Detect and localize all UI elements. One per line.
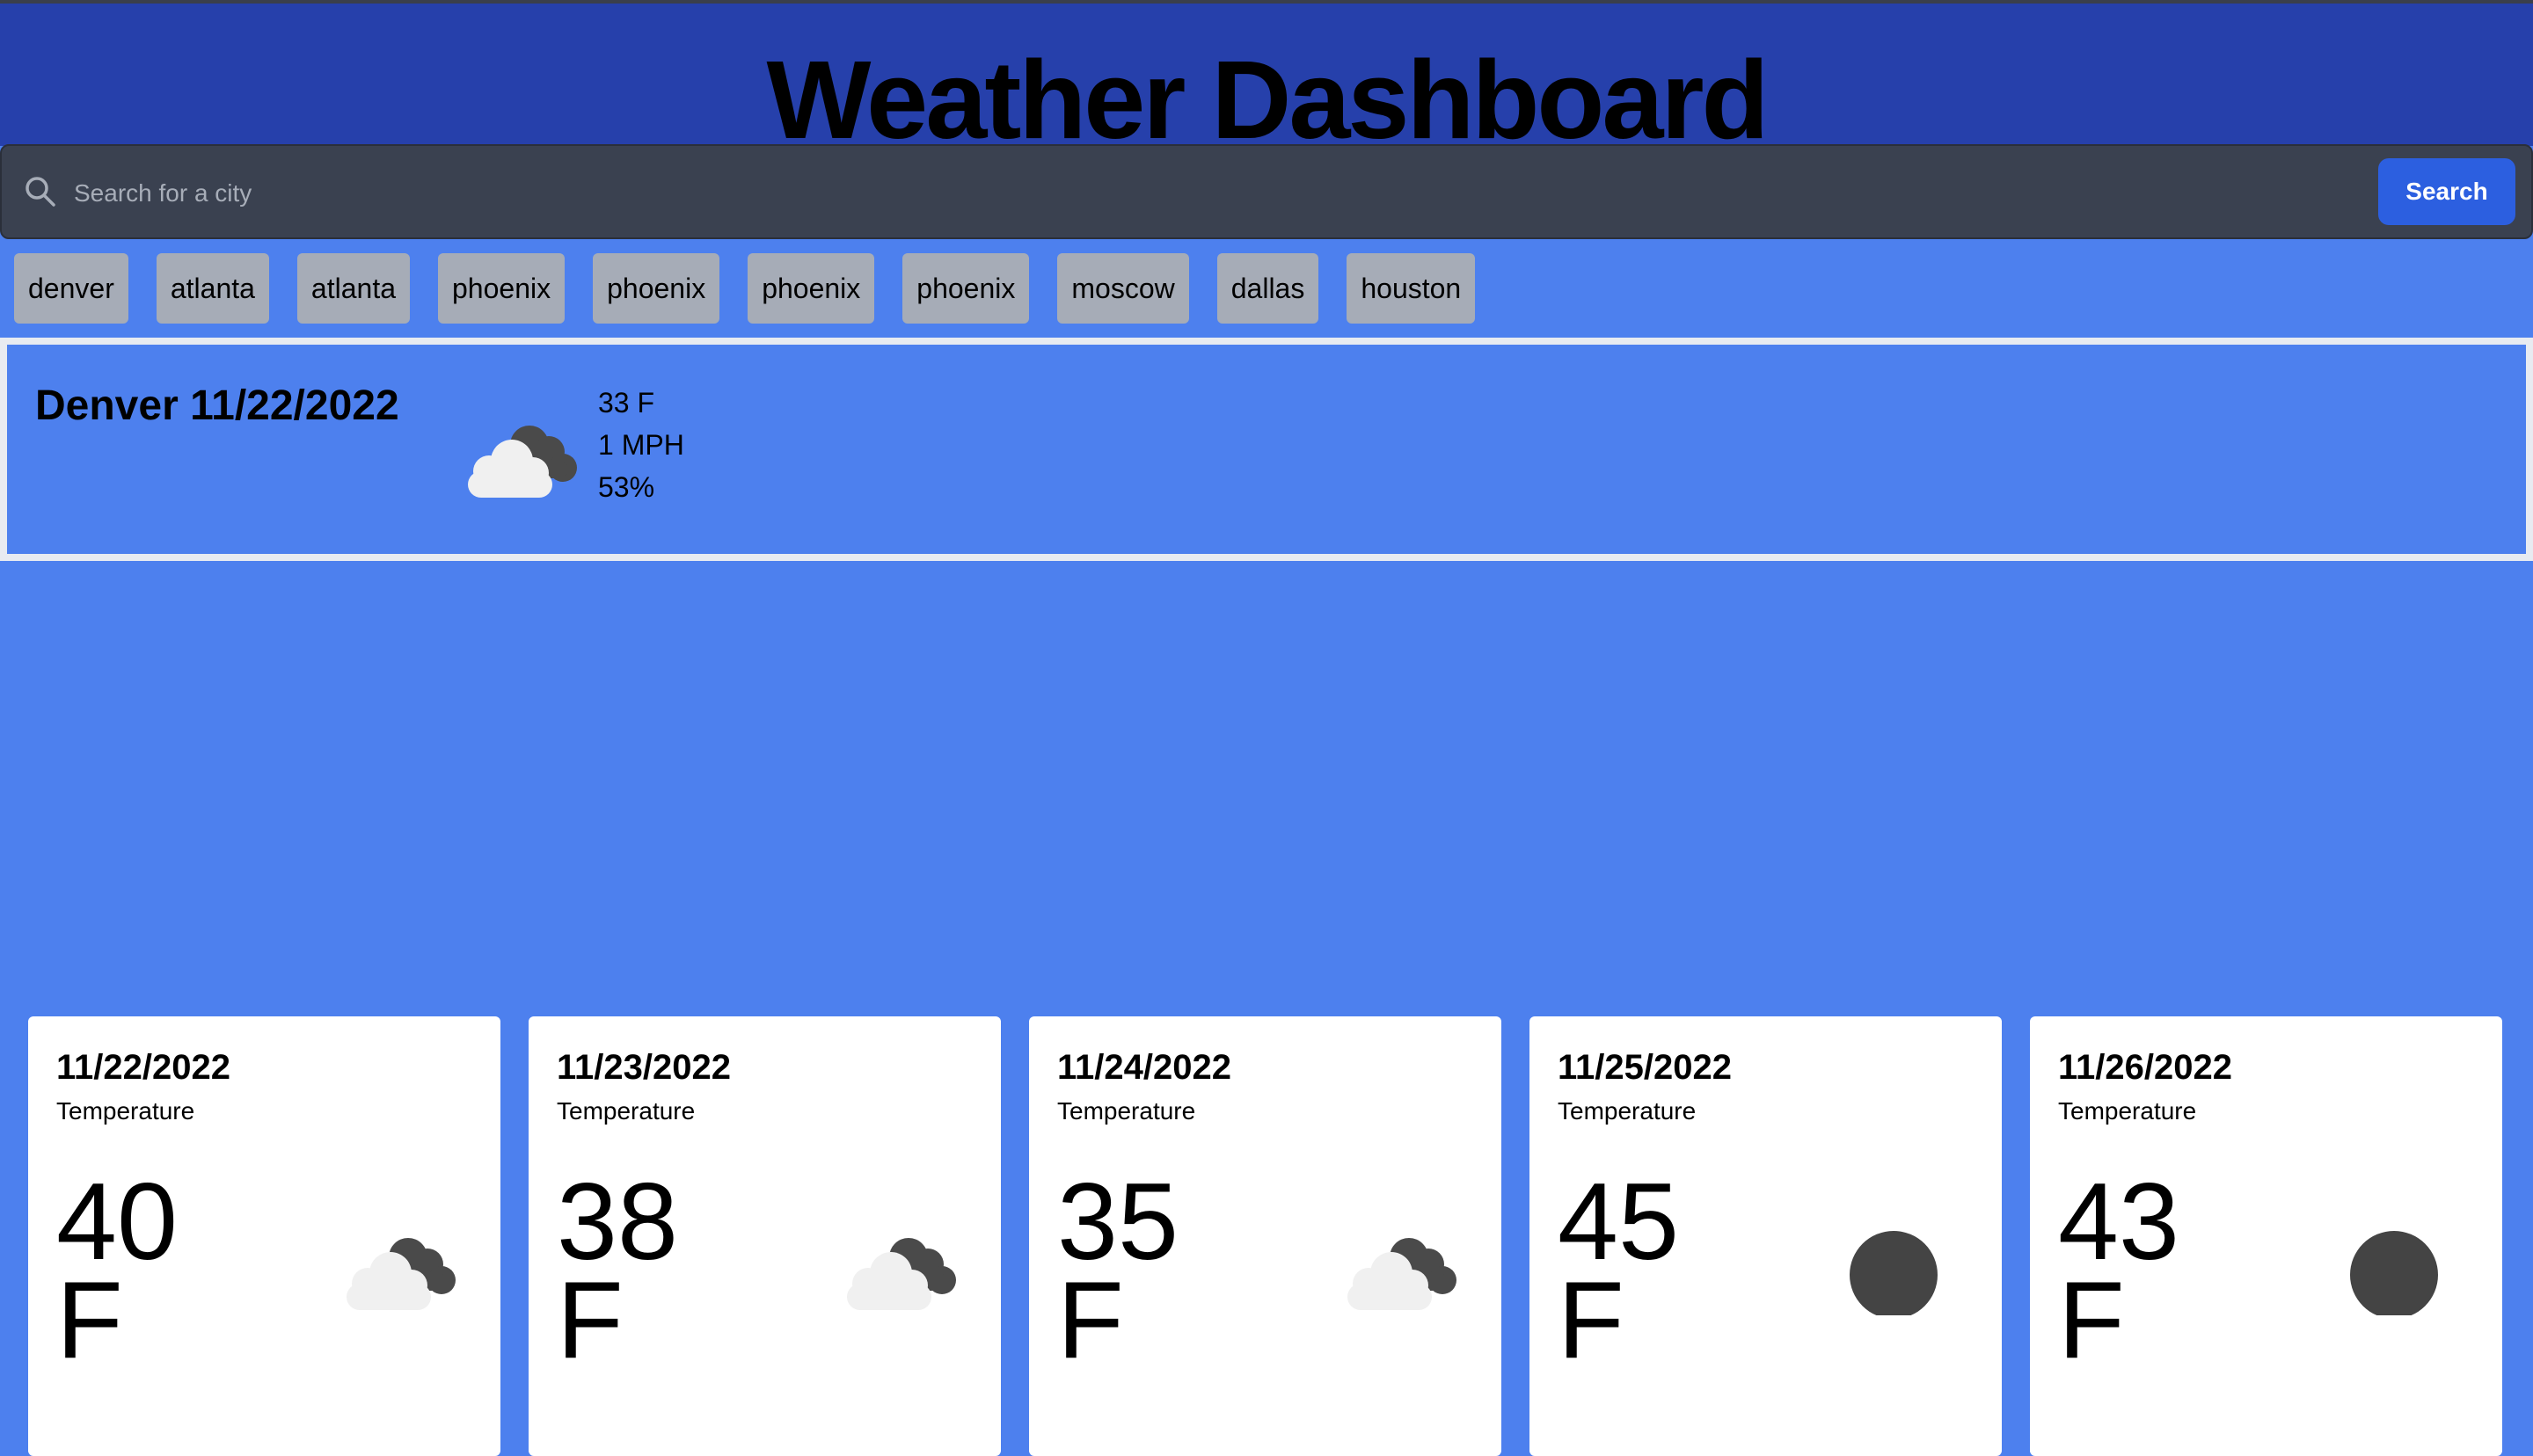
forecast-temp-value: 38 (557, 1161, 678, 1283)
forecast-temp-value: 43 (2058, 1161, 2179, 1283)
history-button-phoenix[interactable]: phoenix (748, 253, 875, 324)
forecast-label: Temperature (56, 1097, 195, 1125)
current-temperature: 33 F (598, 387, 655, 419)
history-button-phoenix[interactable]: phoenix (902, 253, 1030, 324)
forecast-card: 11/26/2022 Temperature 43 F (2030, 1016, 2502, 1456)
forecast-card: 11/22/2022 Temperature 40 F (28, 1016, 500, 1456)
current-wind: 1 MPH (598, 429, 684, 461)
page-title: Weather Dashboard (766, 38, 1770, 146)
forecast-temp-value: 40 (56, 1161, 178, 1283)
history-button-denver[interactable]: denver (14, 253, 128, 324)
dark-circle-icon (2350, 1231, 2438, 1315)
forecast-date: 11/23/2022 (557, 1048, 731, 1087)
forecast-label: Temperature (1057, 1097, 1196, 1125)
header: Weather Dashboard (0, 0, 2533, 146)
forecast-temp-unit: F (56, 1260, 123, 1381)
forecast-label: Temperature (1558, 1097, 1697, 1125)
cloudy-icon (347, 1238, 456, 1310)
forecast-date: 11/25/2022 (1558, 1048, 1732, 1087)
forecast-card: 11/24/2022 Temperature 35 F (1029, 1016, 1501, 1456)
forecast-card: 11/25/2022 Temperature 45 F (1529, 1016, 2002, 1456)
search-history: denver atlanta atlanta phoenix phoenix p… (14, 253, 1476, 324)
forecast-card: 11/23/2022 Temperature 38 F (529, 1016, 1001, 1456)
history-button-houston[interactable]: houston (1347, 253, 1476, 324)
current-city-date: Denver 11/22/2022 (35, 382, 399, 429)
search-button[interactable]: Search (2378, 158, 2515, 225)
search-icon (26, 177, 55, 207)
forecast-label: Temperature (557, 1097, 696, 1125)
forecast-temp-unit: F (2058, 1260, 2125, 1381)
current-weather-panel: Denver 11/22/2022 33 F 1 MPH 53% (0, 338, 2533, 561)
current-stats: 33 F 1 MPH 53% (598, 382, 684, 508)
forecast-label: Temperature (2058, 1097, 2197, 1125)
forecast-temperature: 45 F (1558, 1161, 1679, 1381)
cloudy-icon (847, 1238, 956, 1310)
search-bar: Search (0, 144, 2533, 239)
forecast-temp-value: 45 (1558, 1161, 1679, 1283)
forecast-date: 11/26/2022 (2058, 1048, 2232, 1087)
forecast-temp-value: 35 (1057, 1161, 1179, 1283)
forecast-temperature: 43 F (2058, 1161, 2179, 1381)
forecast-date: 11/24/2022 (1057, 1048, 1231, 1087)
history-button-moscow[interactable]: moscow (1057, 253, 1189, 324)
forecast-temperature: 35 F (1057, 1161, 1179, 1381)
forecast-temp-unit: F (1558, 1260, 1624, 1381)
dark-circle-icon (1850, 1231, 1938, 1315)
current-humidity: 53% (598, 471, 655, 503)
history-button-phoenix[interactable]: phoenix (438, 253, 566, 324)
forecast-temp-unit: F (1057, 1260, 1124, 1381)
cloudy-icon (468, 426, 577, 498)
cloudy-icon (1347, 1238, 1456, 1310)
history-button-phoenix[interactable]: phoenix (593, 253, 720, 324)
forecast-date: 11/22/2022 (56, 1048, 230, 1087)
history-button-dallas[interactable]: dallas (1216, 253, 1319, 324)
forecast-temp-unit: F (557, 1260, 624, 1381)
forecast-temperature: 40 F (56, 1161, 178, 1381)
forecast-temperature: 38 F (557, 1161, 678, 1381)
history-button-atlanta[interactable]: atlanta (156, 253, 269, 324)
search-input[interactable] (72, 165, 2345, 222)
history-button-atlanta[interactable]: atlanta (296, 253, 410, 324)
forecast-row: 11/22/2022 Temperature 40 F 11/23/2022 T… (28, 1016, 2502, 1456)
